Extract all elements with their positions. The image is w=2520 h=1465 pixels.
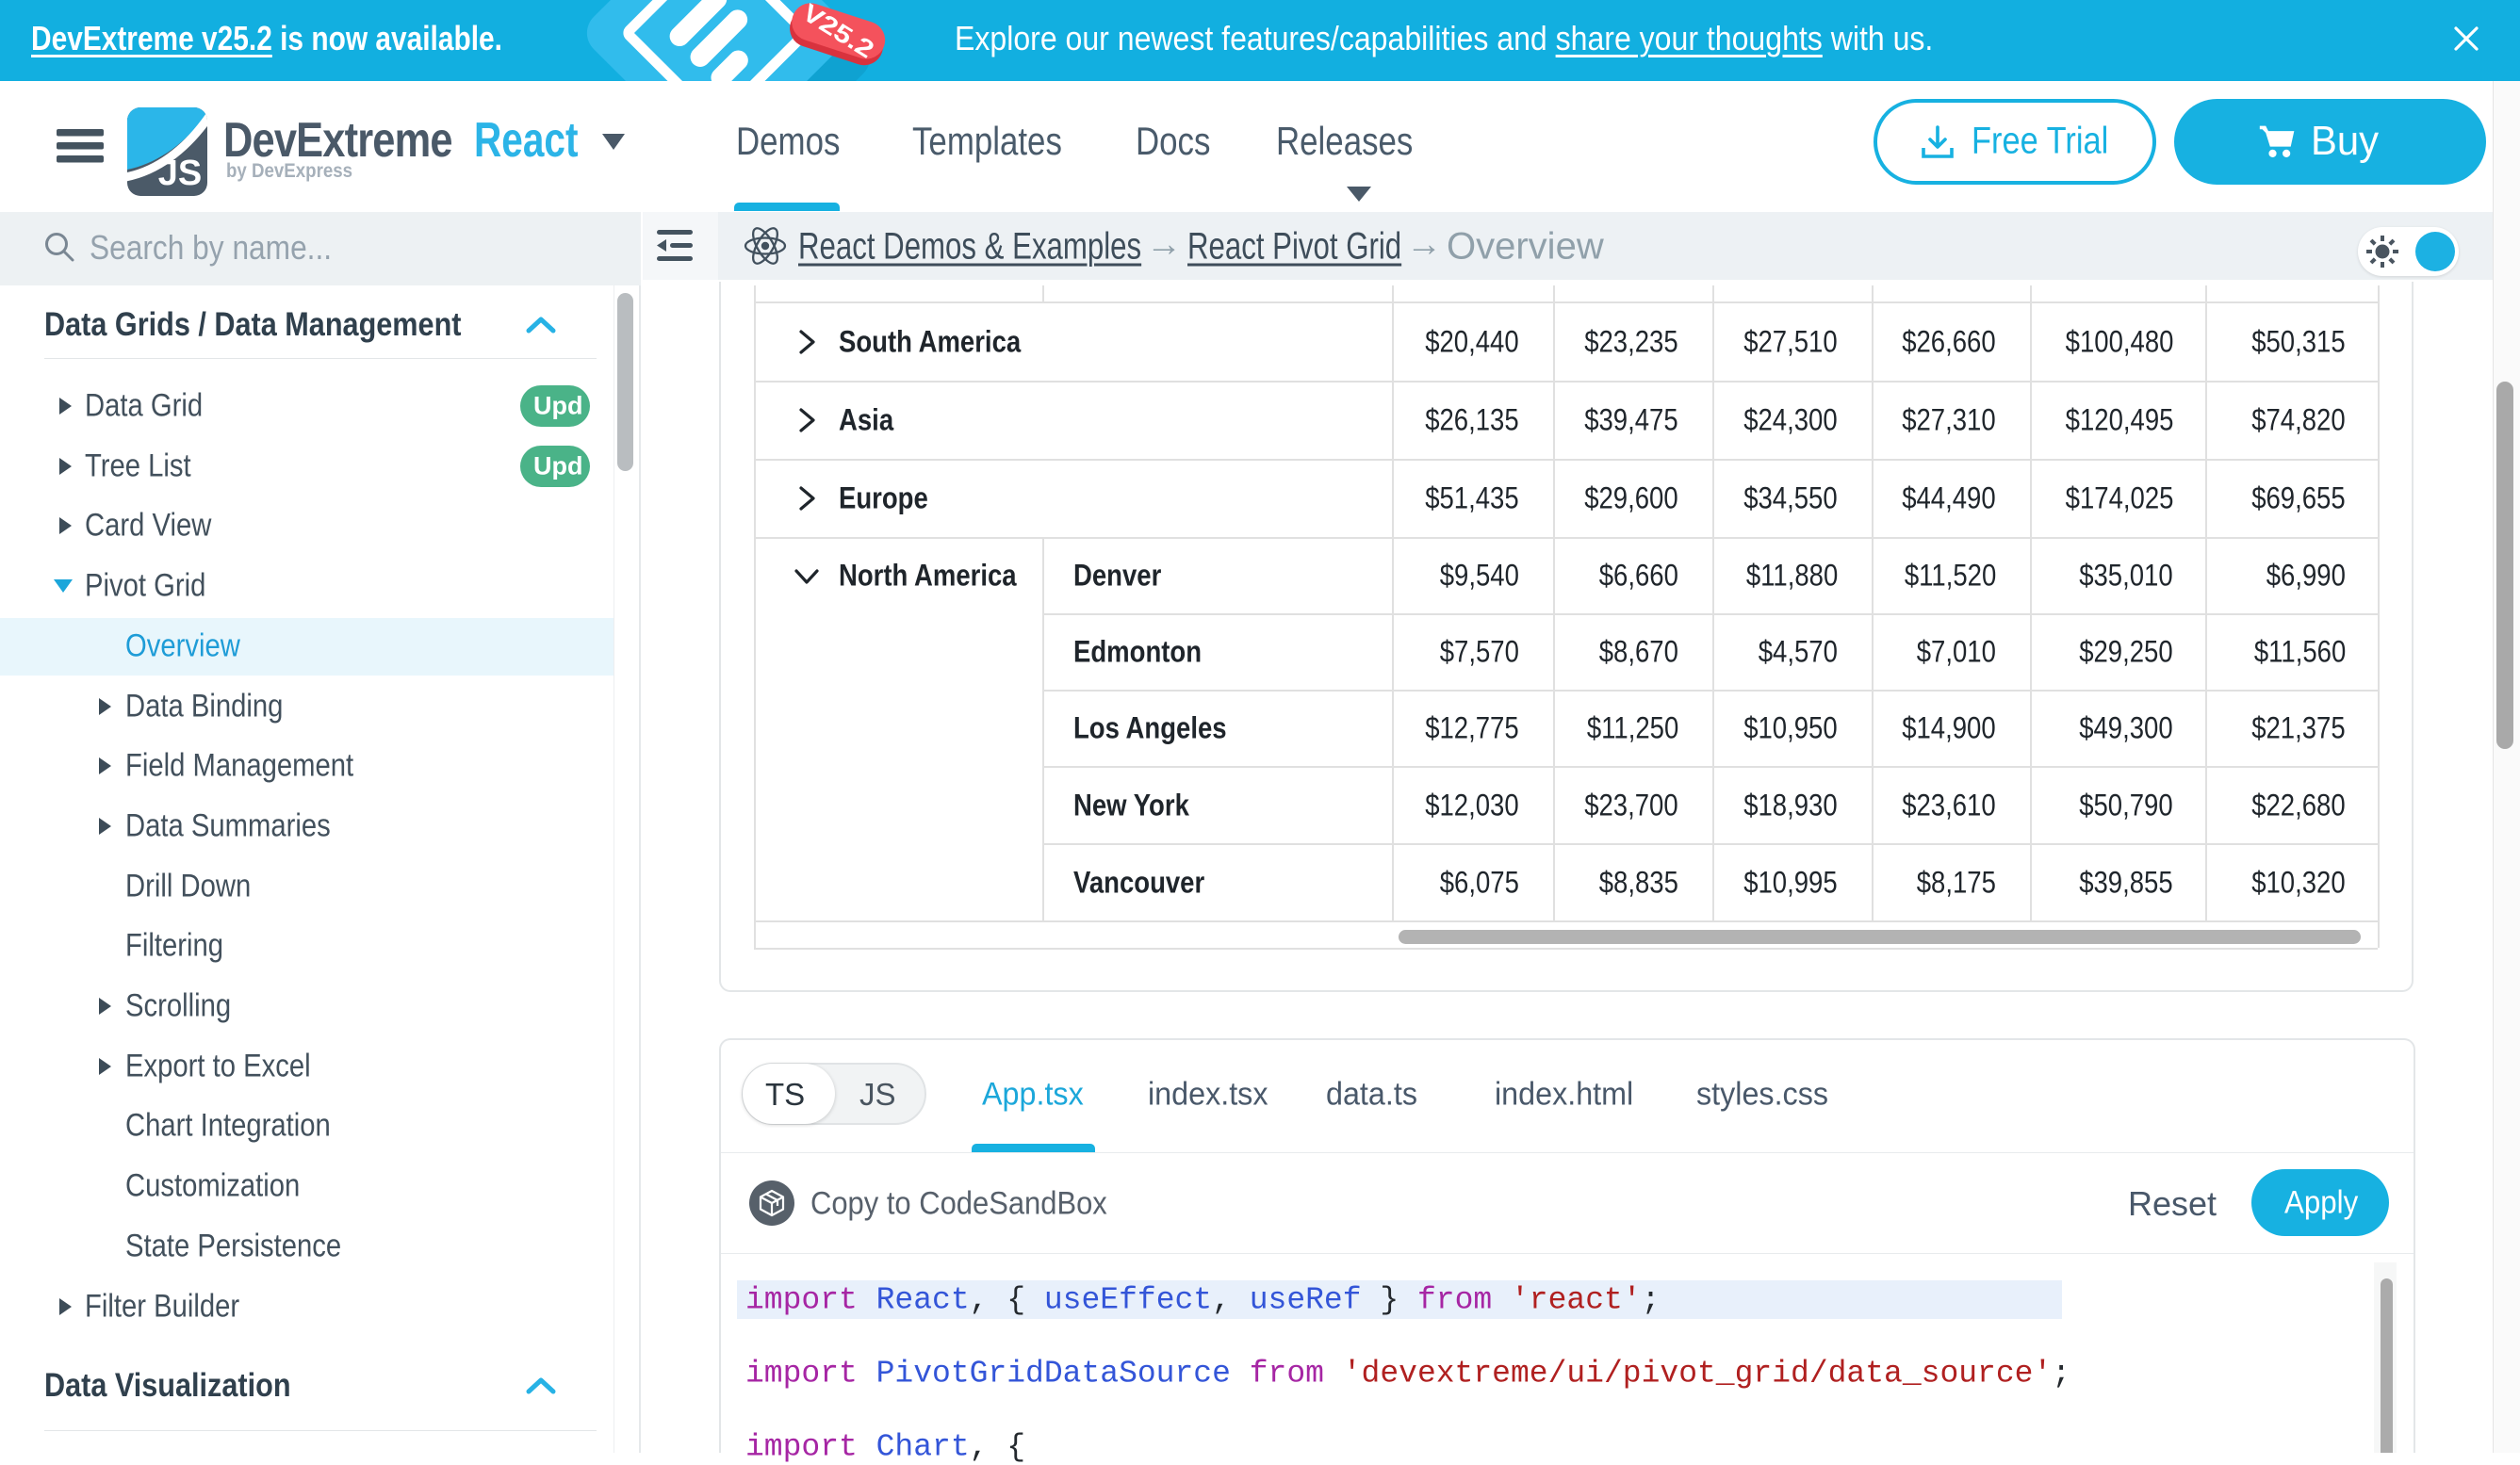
svg-text:JS: JS	[158, 154, 202, 193]
